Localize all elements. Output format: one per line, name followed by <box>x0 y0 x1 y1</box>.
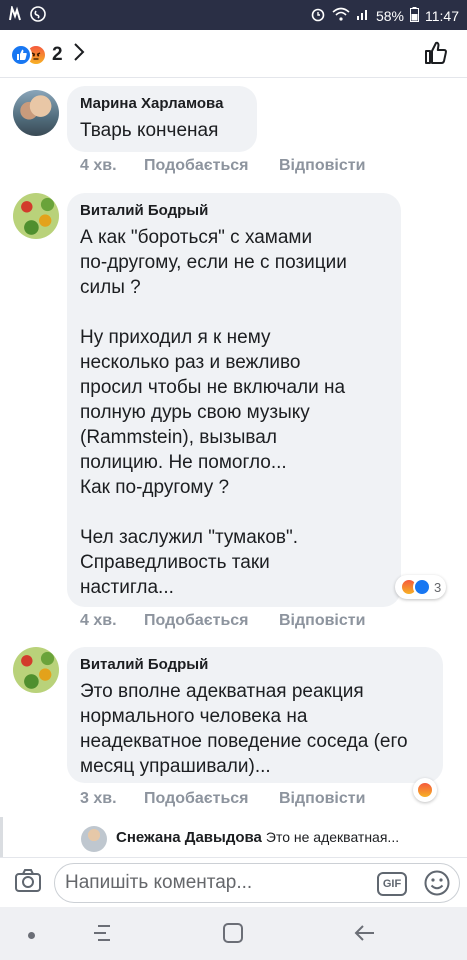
chevron-right-icon[interactable] <box>73 42 85 67</box>
comment-input-box[interactable]: GIF <box>54 863 460 903</box>
like-comment-link[interactable]: Подобається <box>144 790 279 808</box>
reactions-summary[interactable]: 2 <box>10 42 85 67</box>
comment-time: 4 хв. <box>80 157 117 174</box>
comment-actions: 3 хв. Подобається Відповісти <box>80 790 365 808</box>
like-reaction-icon <box>413 578 431 596</box>
recent-apps-icon[interactable] <box>90 922 114 949</box>
comment-author[interactable]: Виталий Бодрый <box>80 655 430 675</box>
nav-dot-icon[interactable] <box>28 932 35 939</box>
comment-composer: GIF <box>0 857 467 907</box>
avatar[interactable] <box>13 647 59 693</box>
status-bar: 58% 11:47 <box>0 0 467 30</box>
shazam-icon <box>30 6 46 25</box>
comment-input[interactable] <box>65 870 365 896</box>
like-reaction-icon <box>10 43 32 66</box>
reply-preview-text: Снежана Давыдова Это не адекватная... <box>116 829 399 846</box>
thread-line <box>0 817 3 857</box>
reactions-header: 2 <box>0 30 467 78</box>
comment-bubble[interactable]: Виталий Бодрый А как "бороться" с хамами… <box>67 193 401 607</box>
reply-preview[interactable]: Снежана Давыдова Это не адекватная... <box>0 817 467 857</box>
gif-button[interactable]: GIF <box>377 872 407 896</box>
signal-icon <box>356 7 370 24</box>
avatar[interactable] <box>81 826 107 852</box>
avatar[interactable] <box>13 193 59 239</box>
clock: 11:47 <box>425 7 459 24</box>
reply-author[interactable]: Снежана Давыдова <box>116 829 262 846</box>
avatar[interactable] <box>13 90 59 136</box>
reply-link[interactable]: Відповісти <box>279 612 365 630</box>
reply-snippet: Это не адекватная... <box>265 829 400 845</box>
comment-text: А как "бороться" с хамами по-другому, ес… <box>80 227 347 598</box>
comment-time: 4 хв. <box>80 612 117 629</box>
emoji-icon[interactable] <box>423 869 451 902</box>
comment-text: Это вполне адекватная реакция нормальног… <box>80 681 408 777</box>
like-comment-link[interactable]: Подобається <box>144 157 279 175</box>
home-icon[interactable] <box>222 922 244 949</box>
battery-level: 58% <box>375 7 404 24</box>
comment-bubble[interactable]: Виталий Бодрый Это вполне адекватная реа… <box>67 647 443 783</box>
comment-actions: 4 хв. Подобається Відповісти <box>80 612 365 630</box>
comment-text: Тварь конченая <box>80 120 219 141</box>
reply-link[interactable]: Відповісти <box>279 157 365 175</box>
comment-author[interactable]: Виталий Бодрый <box>80 201 388 221</box>
reply-link[interactable]: Відповісти <box>279 790 365 808</box>
comment-actions: 4 хв. Подобається Відповісти <box>80 157 365 175</box>
reactions-count: 2 <box>52 43 63 65</box>
back-icon[interactable] <box>352 922 378 949</box>
camera-icon[interactable] <box>14 868 42 899</box>
comment-reaction-count: 3 <box>434 579 442 595</box>
angry-reaction-icon <box>416 781 434 799</box>
comment-reactions[interactable]: 3 <box>395 575 447 599</box>
comment-time: 3 хв. <box>80 790 117 807</box>
comment-author[interactable]: Марина Харламова <box>80 94 244 114</box>
like-comment-link[interactable]: Подобається <box>144 612 279 630</box>
notification-icon <box>8 4 22 25</box>
alarm-icon <box>310 6 326 25</box>
comment-bubble[interactable]: Марина Харламова Тварь конченая <box>67 86 257 152</box>
battery-icon <box>410 6 419 25</box>
like-post-button[interactable] <box>423 40 449 71</box>
wifi-icon <box>332 7 350 24</box>
system-navigation-bar <box>0 907 467 960</box>
comment-reactions[interactable] <box>413 778 437 802</box>
